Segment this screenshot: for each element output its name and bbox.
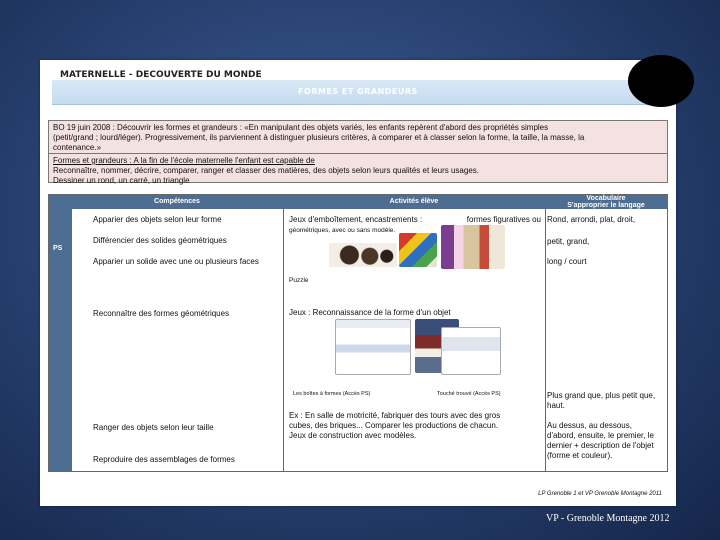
- competence-item: Reproduire des assemblages de formes: [93, 455, 235, 464]
- progression-table: PS Compétences Activités élève Vocabulai…: [48, 194, 668, 472]
- vocabulary-item: dernier + description de l'objet: [547, 441, 654, 450]
- caption-right: Touché trouvé (Accès PS): [437, 391, 501, 397]
- competence-item: Apparier des objets selon leur forme: [93, 215, 222, 224]
- activity-item: Ex : En salle de motricité, fabriquer de…: [289, 411, 501, 420]
- shape-box-photo: [335, 319, 411, 375]
- competence-item: Apparier un solide avec une ou plusieurs…: [93, 257, 259, 266]
- slide-footer: VP - Grenoble Montagne 2012: [546, 513, 670, 524]
- competence-item: Différencier des solides géométriques: [93, 236, 227, 245]
- level-label-ps: PS: [53, 245, 63, 252]
- header-vocabulaire-line2: S'approprier le langage: [567, 202, 645, 209]
- objectives-box: Formes et grandeurs : A la fin de l'écol…: [48, 153, 668, 185]
- bo-line-1: BO 19 juin 2008 : Découvrir les formes e…: [53, 123, 549, 132]
- column-divider: [283, 195, 284, 471]
- bo-line-2: (petit/grand ; lourd/léger). Progressive…: [53, 133, 585, 142]
- document-credit: LP Grenoble 1 et VP Grenoble Montagne 20…: [538, 491, 662, 497]
- vocabulary-item: petit, grand,: [547, 237, 590, 246]
- touch-game-photo: [441, 327, 501, 375]
- header-activites: Activités élève: [283, 195, 545, 209]
- vocabulary-item: (forme et couleur).: [547, 451, 613, 460]
- objectives-line-3: Dessiner un rond, un carré, un triangle: [53, 176, 190, 185]
- header-competences: Compétences: [71, 195, 283, 209]
- level-column: PS: [49, 195, 71, 471]
- vocabulary-item: Plus grand que, plus petit que,: [547, 391, 656, 400]
- competence-item: Ranger des objets selon leur taille: [93, 423, 214, 432]
- competence-item: Reconnaître des formes géométriques: [93, 309, 230, 318]
- bo-line-3: contenance.»: [53, 143, 102, 152]
- header-vocabulaire: Vocabulaire S'approprier le langage: [545, 195, 667, 209]
- vocabulary-item: haut.: [547, 401, 565, 410]
- header-vocabulaire-line1: Vocabulaire: [586, 195, 626, 202]
- vocabulary-item: Au dessus, au dessous,: [547, 421, 632, 430]
- column-divider: [545, 195, 546, 471]
- shape-sorter-photo: [399, 233, 437, 267]
- activity-item: Puzzle: [289, 277, 309, 284]
- vocabulary-item: d'abord, ensuite, le premier, le: [547, 431, 654, 440]
- vocabulary-item: Rond, arrondi, plat, droit,: [547, 215, 636, 224]
- black-circle-shape: [628, 55, 694, 107]
- objectives-line-1: Formes et grandeurs : A la fin de l'écol…: [53, 156, 315, 165]
- document-title: MATERNELLE - DECOUVERTE DU MONDE: [60, 70, 262, 80]
- caption-left: Les boîtes à formes (Accès PS): [293, 391, 371, 397]
- activity-item: Jeux d'emboîtement, encastrements : form…: [289, 215, 541, 225]
- slide-page: MATERNELLE - DECOUVERTE DU MONDE FORMES …: [40, 55, 694, 506]
- nesting-cups-photo: [329, 243, 397, 267]
- activity-item: cubes, des briques... Comparer les produ…: [289, 421, 499, 430]
- document-subtitle: FORMES ET GRANDEURS: [298, 87, 418, 96]
- activity-item: Jeux : Reconnaissance de la forme d'un o…: [289, 308, 451, 317]
- activity-item: Jeux de construction avec modèles.: [289, 431, 417, 440]
- vocabulary-item: long / court: [547, 257, 587, 266]
- bo-reference-box: BO 19 juin 2008 : Découvrir les formes e…: [48, 120, 668, 154]
- objectives-line-2: Reconnaître, nommer, décrire, comparer, …: [53, 166, 479, 175]
- activity-left: Jeux d'emboîtement, encastrements :: [289, 215, 423, 224]
- column-divider: [71, 195, 72, 471]
- puzzle-photo: [441, 225, 505, 269]
- activity-right: formes figuratives ou: [466, 215, 541, 224]
